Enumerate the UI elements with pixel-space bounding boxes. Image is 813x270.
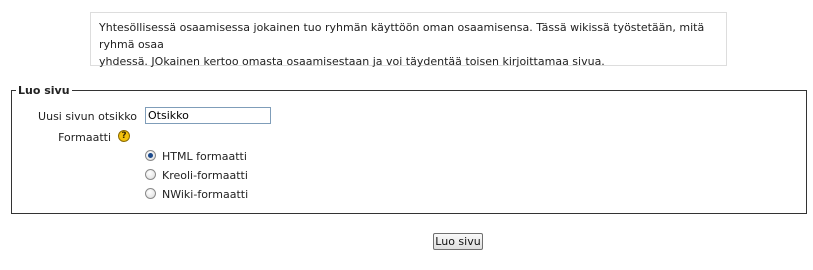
radio-nwiki-format[interactable] <box>145 188 156 199</box>
format-label: Formaatti <box>58 131 111 144</box>
fieldset-legend: Luo sivu <box>16 84 72 97</box>
wiki-intro-box: Yhtesöllisessä osaamisessa jokainen tuo … <box>90 12 727 68</box>
help-icon[interactable]: ? <box>118 130 130 142</box>
page-title-input[interactable] <box>145 107 271 124</box>
format-option-label[interactable]: Kreoli-formaatti <box>162 169 248 182</box>
radio-html-format[interactable] <box>145 150 156 161</box>
radio-creole-format[interactable] <box>145 169 156 180</box>
page-title-row: Uusi sivun otsikko <box>12 107 808 125</box>
format-option-label[interactable]: HTML formaatti <box>162 150 247 163</box>
page-title-label: Uusi sivun otsikko <box>38 110 137 123</box>
format-option-creole[interactable]: Kreoli-formaatti <box>145 168 345 184</box>
wiki-intro-line-2: yhdessä. JOkainen kertoo omasta osaamise… <box>99 55 605 68</box>
create-page-button[interactable]: Luo sivu <box>433 233 483 250</box>
format-option-label[interactable]: NWiki-formaatti <box>162 188 248 201</box>
wiki-intro-line-1: Yhtesöllisessä osaamisessa jokainen tuo … <box>99 21 705 51</box>
format-row: Formaatti ? <box>12 129 808 147</box>
create-page-fieldset: Luo sivu Uusi sivun otsikko Formaatti ? … <box>11 84 808 214</box>
create-page-view: Yhtesöllisessä osaamisessa jokainen tuo … <box>0 0 813 270</box>
format-option-nwiki[interactable]: NWiki-formaatti <box>145 187 345 203</box>
format-option-html[interactable]: HTML formaatti <box>145 149 345 165</box>
